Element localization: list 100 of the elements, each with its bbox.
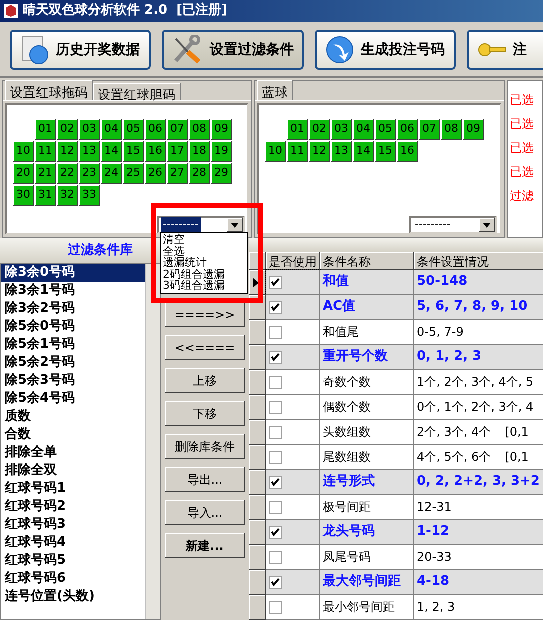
action-button[interactable]: 导入... — [165, 500, 245, 525]
dropdown-field[interactable]: --------- — [409, 216, 497, 234]
action-button[interactable]: 下移 — [165, 401, 245, 426]
table-cell-text: 最小邻号间距 — [323, 599, 395, 616]
action-button[interactable]: 删除库条件 — [165, 434, 245, 459]
library-item[interactable]: 除5余2号码 — [1, 354, 145, 372]
status-text: 已选 — [510, 93, 535, 108]
library-item[interactable]: 除3余0号码 — [1, 264, 145, 282]
status-text: 已选 — [510, 165, 535, 180]
row-header[interactable] — [249, 520, 266, 545]
table-cell-text: 1-12 — [417, 523, 450, 542]
row-header[interactable] — [249, 420, 266, 445]
row-header[interactable] — [249, 345, 266, 370]
status-text: 过滤 — [510, 189, 535, 204]
table-cell-text: 0, 2, 2+2, 3, 3+2 — [417, 473, 540, 492]
checkbox[interactable] — [269, 600, 282, 614]
toolbar-button[interactable]: 历史开奖数据 — [10, 30, 151, 70]
table-cell-text: 凤尾号码 — [323, 549, 371, 566]
checkbox[interactable] — [269, 476, 282, 488]
checkbox[interactable] — [269, 500, 282, 514]
table-cell-text: 极号间距 — [323, 499, 371, 516]
library-item[interactable]: 红球号码3 — [1, 516, 145, 534]
checkbox[interactable] — [269, 376, 282, 388]
status-text: 已选 — [510, 117, 535, 132]
action-button[interactable]: <<==== — [165, 335, 245, 360]
row-header[interactable] — [249, 320, 266, 345]
table-cell-text: 1个, 2个, 3个, 4个, 5 — [417, 374, 534, 391]
row-header[interactable] — [249, 595, 266, 620]
library-item[interactable]: 红球号码1 — [1, 480, 145, 498]
library-item[interactable]: 排除全单 — [1, 444, 145, 462]
library-item[interactable]: 红球号码2 — [1, 498, 145, 516]
toolbar-button[interactable]: 注 — [467, 30, 543, 70]
table-cell-text: 5, 6, 7, 8, 9, 10 — [417, 298, 528, 316]
table-cell-text: 0个, 1个, 2个, 3个, 4 — [417, 399, 534, 416]
dropdown-option[interactable]: 清空 — [163, 234, 245, 246]
table-cell-text: [0,1 — [505, 424, 529, 441]
table-cell-text: 20-33 — [417, 549, 452, 566]
dropdown-option[interactable]: 遗漏统计 — [163, 257, 245, 268]
library-item[interactable]: 除3余2号码 — [1, 300, 145, 318]
dropdown-option[interactable]: 全选 — [163, 246, 245, 257]
checkbox[interactable] — [269, 576, 282, 588]
library-item[interactable]: 排除全双 — [1, 462, 145, 480]
checkbox[interactable] — [269, 350, 282, 364]
action-button[interactable]: 新建... — [165, 533, 245, 558]
checkbox[interactable] — [269, 326, 282, 338]
checkbox[interactable] — [269, 550, 282, 564]
row-header[interactable] — [249, 470, 266, 495]
table-cell-text: 50-148 — [417, 273, 468, 292]
column-header[interactable]: 是否使用 — [266, 252, 320, 270]
checkbox[interactable] — [269, 300, 282, 314]
table-cell-text: 4-18 — [417, 573, 450, 592]
library-item[interactable]: 红球号码4 — [1, 534, 145, 552]
tab[interactable]: 设置红球拖码 — [5, 80, 93, 100]
current-row-icon — [253, 278, 259, 288]
table-cell-text: 头数组数 — [323, 424, 371, 441]
table-cell-text: 最大邻号间距 — [323, 573, 401, 592]
checkbox[interactable] — [269, 526, 282, 538]
checkbox[interactable] — [269, 450, 282, 464]
library-item[interactable]: 质数 — [1, 408, 145, 426]
table-cell-text: 龙头号码 — [323, 523, 375, 542]
table-cell-text: 和值尾 — [323, 324, 359, 341]
library-item[interactable]: 除3余1号码 — [1, 282, 145, 300]
row-header[interactable] — [249, 395, 266, 420]
library-item[interactable]: 除5余1号码 — [1, 336, 145, 354]
table-cell-text: 0, 1, 2, 3 — [417, 348, 482, 366]
row-header[interactable] — [249, 370, 266, 395]
action-button[interactable]: ====>> — [165, 302, 245, 327]
table-cell-text: 和值 — [323, 273, 349, 292]
tab[interactable]: 蓝球 — [257, 80, 293, 100]
library-item[interactable]: 连号位置(头数) — [1, 588, 145, 606]
library-item[interactable]: 红球号码5 — [1, 552, 145, 570]
dropdown-option[interactable]: 3码组合遗漏 — [163, 280, 245, 292]
row-header[interactable] — [249, 445, 266, 470]
window-title: 晴天双色球分析软件 2.0 [已注册] — [23, 2, 228, 20]
library-item[interactable]: 合数 — [1, 426, 145, 444]
checkbox[interactable] — [269, 400, 282, 414]
row-header[interactable] — [249, 495, 266, 520]
status-text: 已选 — [510, 141, 535, 156]
library-item[interactable]: 红球号码6 — [1, 570, 145, 588]
table-cell-text: 偶数个数 — [323, 399, 371, 416]
dropdown-option[interactable]: 2码组合遗漏 — [163, 268, 245, 280]
tab[interactable]: 设置红球胆码 — [93, 83, 181, 100]
column-header[interactable]: 条件名称 — [320, 252, 414, 270]
column-header[interactable]: 条件设置情况 — [414, 252, 543, 270]
toolbar-button[interactable]: 设置过滤条件 — [162, 30, 304, 70]
caret-icon — [483, 222, 491, 228]
library-item[interactable]: 除5余3号码 — [1, 372, 145, 390]
toolbar-button[interactable]: 生成投注号码 — [315, 30, 456, 70]
checkbox[interactable] — [269, 276, 282, 288]
library-item[interactable]: 除5余4号码 — [1, 390, 145, 408]
table-cell-text: 12-31 — [417, 499, 452, 516]
scrollbar[interactable] — [145, 264, 160, 619]
action-button[interactable]: 上移 — [165, 368, 245, 393]
table-cell-text: 连号形式 — [323, 473, 375, 492]
row-header[interactable] — [249, 570, 266, 595]
library-item[interactable]: 除5余0号码 — [1, 318, 145, 336]
table-cell-text: [0,1 — [505, 449, 529, 466]
action-button[interactable]: 导出... — [165, 467, 245, 492]
checkbox[interactable] — [269, 426, 282, 438]
row-header[interactable] — [249, 545, 266, 570]
